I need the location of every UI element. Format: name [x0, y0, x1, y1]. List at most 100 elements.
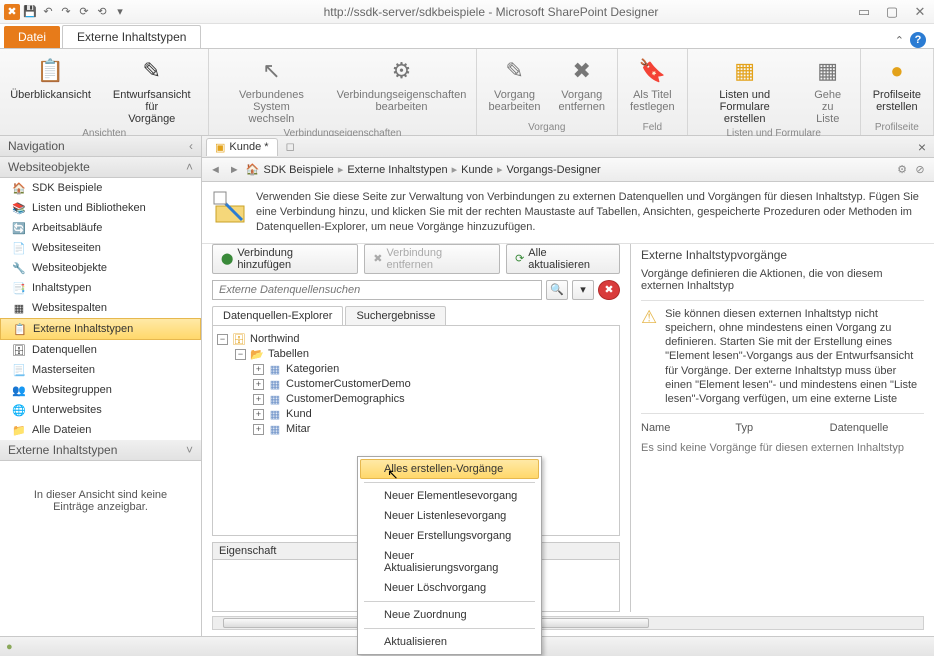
tree-table[interactable]: +▦CustomerDemographics: [253, 392, 615, 407]
nav-label: Listen und Bibliotheken: [32, 202, 146, 214]
close-button[interactable]: ✕: [910, 4, 930, 20]
nav-empty-message: In dieser Ansicht sind keine Einträge an…: [0, 461, 201, 636]
undo-icon[interactable]: ↶: [40, 4, 56, 20]
refresh-all-button[interactable]: ⟳Alle aktualisieren: [506, 244, 620, 274]
bc-close-icon[interactable]: ⊘: [912, 163, 928, 176]
remove-op-icon: ✖: [566, 55, 598, 87]
menu-item-create[interactable]: Neuer Erstellungsvorgang: [360, 526, 539, 546]
nav-section-header[interactable]: Websiteobjekte˄: [0, 157, 201, 178]
tab-explorer[interactable]: Datenquellen-Explorer: [212, 306, 343, 325]
sidebar-item-allfiles[interactable]: 📁Alle Dateien: [0, 420, 201, 440]
sidebar-item-objects[interactable]: 🔧Websiteobjekte: [0, 258, 201, 278]
tree-table[interactable]: +▦Mitar: [253, 422, 615, 437]
ops-warning: ⚠ Sie können diesen externen Inhaltstyp …: [641, 300, 924, 414]
ops-description: Vorgänge definieren die Aktionen, die vo…: [641, 268, 924, 300]
expand-icon[interactable]: +: [253, 394, 264, 405]
tree-table[interactable]: +▦Kategorien: [253, 362, 615, 377]
lists-icon: ▦: [729, 55, 761, 87]
chevron-left-icon[interactable]: ‹: [189, 139, 193, 153]
sidebar-item-lists[interactable]: 📚Listen und Bibliotheken: [0, 198, 201, 218]
search-dropdown-button[interactable]: ▾: [572, 280, 594, 300]
design-view-button[interactable]: ✎Entwurfsansicht für Vorgänge: [103, 53, 200, 127]
expand-icon[interactable]: +: [253, 364, 264, 375]
collapse-icon[interactable]: −: [217, 334, 228, 345]
redo-icon[interactable]: ↷: [58, 4, 74, 20]
chevron-up-icon[interactable]: ˄: [186, 160, 193, 174]
nav-icon: 👥: [12, 383, 26, 397]
ribbon: 📋Überblickansicht ✎Entwurfsansicht für V…: [0, 48, 934, 136]
refresh-icon[interactable]: ⟳: [76, 4, 92, 20]
expand-icon[interactable]: +: [253, 409, 264, 420]
expand-icon[interactable]: +: [253, 379, 264, 390]
table-icon: ▦: [268, 378, 282, 391]
nav-label: Inhaltstypen: [32, 282, 91, 294]
sidebar-item-ect[interactable]: 📋Externe Inhaltstypen: [0, 318, 201, 340]
sidebar-item-subsites[interactable]: 🌐Unterwebsites: [0, 400, 201, 420]
app-icon[interactable]: ✖: [4, 4, 20, 20]
close-tab-button[interactable]: ×: [910, 139, 934, 155]
ribbon-group-field: 🔖Als Titel festlegen Feld: [618, 49, 688, 135]
document-tabs: ▣Kunde * ◻ ×: [202, 136, 934, 158]
save-icon[interactable]: 💾: [22, 4, 38, 20]
chevron-down-icon[interactable]: ˅: [186, 443, 193, 457]
back-button[interactable]: ◄: [208, 164, 223, 176]
document-tab[interactable]: ▣Kunde *: [206, 138, 278, 156]
sidebar-item-home[interactable]: 🏠SDK Beispiele: [0, 178, 201, 198]
tree-root[interactable]: −🗄Northwind: [217, 332, 615, 347]
qat-dropdown-icon[interactable]: ▾: [112, 4, 128, 20]
active-ribbon-tab[interactable]: Externe Inhaltstypen: [62, 25, 201, 48]
expand-icon[interactable]: +: [253, 424, 264, 435]
sidebar-item-pages[interactable]: 📄Websiteseiten: [0, 238, 201, 258]
breadcrumb-item[interactable]: Kunde: [461, 164, 493, 176]
sidebar-item-datasources[interactable]: 🗄Datenquellen: [0, 340, 201, 360]
menu-item-assoc[interactable]: Neue Zuordnung: [360, 605, 539, 625]
minimize-button[interactable]: ▭: [854, 4, 874, 20]
menu-item-update[interactable]: Neuer Aktualisierungsvorgang: [360, 546, 539, 578]
nav-lower-header[interactable]: Externe Inhaltstypen˅: [0, 440, 201, 461]
remove-op-button: ✖Vorgang entfernen: [555, 53, 609, 115]
menu-item-read-item[interactable]: Neuer Elementlesevorgang: [360, 486, 539, 506]
close-icon: ✖: [604, 283, 613, 296]
context-menu: Alles erstellen-Vorgänge Neuer Elementle…: [357, 456, 542, 655]
create-profile-button[interactable]: ●Profilseite erstellen: [869, 53, 925, 115]
sidebar-item-masterpages[interactable]: 📃Masterseiten: [0, 360, 201, 380]
menu-item-read-list[interactable]: Neuer Listenlesevorgang: [360, 506, 539, 526]
help-icon[interactable]: ?: [910, 32, 926, 48]
collapse-icon[interactable]: −: [235, 349, 246, 360]
menu-item-delete[interactable]: Neuer Löschvorgang: [360, 578, 539, 598]
breadcrumb-item[interactable]: Vorgangs-Designer: [507, 164, 601, 176]
sidebar-item-sitegroups[interactable]: 👥Websitegruppen: [0, 380, 201, 400]
forward-button[interactable]: ►: [227, 164, 242, 176]
database-icon: 🗄: [232, 333, 246, 346]
sidebar-item-contenttypes[interactable]: 📑Inhaltstypen: [0, 278, 201, 298]
quick-access-toolbar: ✖ 💾 ↶ ↷ ⟳ ⟲ ▾: [4, 4, 128, 20]
sidebar-item-workflows[interactable]: 🔄Arbeitsabläufe: [0, 218, 201, 238]
file-tab[interactable]: Datei: [4, 26, 60, 48]
ops-table-header: Name Typ Datenquelle: [641, 420, 924, 436]
horizontal-scrollbar[interactable]: [212, 616, 924, 630]
clear-search-button[interactable]: ✖: [598, 280, 620, 300]
tree-folder[interactable]: −📂Tabellen: [235, 347, 615, 362]
bc-settings-icon[interactable]: ⚙: [894, 163, 910, 176]
nav-header[interactable]: Navigation‹: [0, 136, 201, 157]
operations-column: Externe Inhaltstypvorgänge Vorgänge defi…: [630, 244, 924, 612]
breadcrumb-item[interactable]: Externe Inhaltstypen: [347, 164, 447, 176]
sidebar-item-columns[interactable]: ▦Websitespalten: [0, 298, 201, 318]
tree-table[interactable]: +▦CustomerCustomerDemo: [253, 377, 615, 392]
new-tab-button[interactable]: ◻: [282, 140, 299, 153]
maximize-button[interactable]: ▢: [882, 4, 902, 20]
tab-results[interactable]: Suchergebnisse: [345, 306, 446, 325]
collapse-ribbon-icon[interactable]: ⌃: [895, 34, 904, 47]
create-lists-button[interactable]: ▦Listen und Formulare erstellen: [696, 53, 794, 127]
overview-button[interactable]: 📋Überblickansicht: [8, 53, 93, 103]
tree-table[interactable]: +▦Kund: [253, 407, 615, 422]
add-connection-button[interactable]: ⬤Verbindung hinzufügen: [212, 244, 358, 274]
sync-icon[interactable]: ⟲: [94, 4, 110, 20]
home-icon[interactable]: 🏠: [246, 163, 260, 176]
breadcrumb-item[interactable]: SDK Beispiele: [263, 164, 333, 176]
ops-warning-text: Sie können diesen externen Inhaltstyp ni…: [665, 307, 924, 407]
menu-item-refresh[interactable]: Aktualisieren: [360, 632, 539, 652]
search-button[interactable]: 🔍: [546, 280, 568, 300]
nav-label: Websitespalten: [32, 302, 107, 314]
search-input[interactable]: [212, 280, 542, 300]
